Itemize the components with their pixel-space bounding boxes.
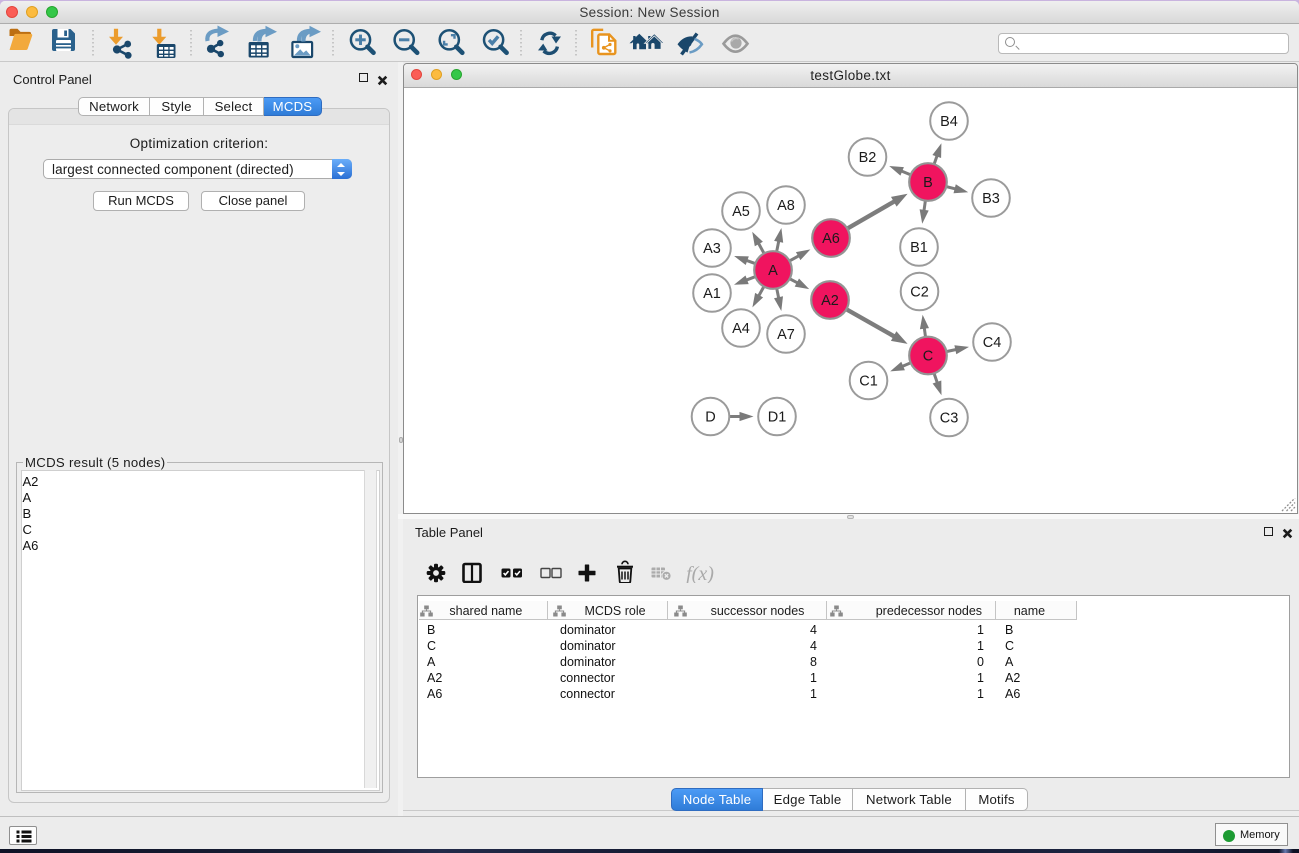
svg-text:A7: A7 (777, 327, 795, 343)
svg-text:B4: B4 (940, 114, 958, 130)
svg-text:B2: B2 (859, 150, 877, 166)
svg-text:A: A (768, 263, 778, 279)
svg-text:C4: C4 (983, 335, 1002, 351)
svg-text:A6: A6 (822, 231, 840, 247)
svg-text:C2: C2 (910, 285, 929, 301)
svg-text:D1: D1 (768, 410, 787, 426)
svg-text:C1: C1 (859, 374, 878, 390)
svg-text:B: B (923, 175, 933, 191)
svg-text:A2: A2 (821, 293, 839, 309)
svg-text:A4: A4 (732, 321, 750, 337)
svg-text:C3: C3 (940, 411, 959, 427)
svg-text:A5: A5 (732, 204, 750, 220)
svg-text:A8: A8 (777, 198, 795, 214)
svg-text:C: C (923, 349, 933, 365)
svg-text:A1: A1 (703, 286, 721, 302)
svg-text:B3: B3 (982, 191, 1000, 207)
svg-text:D: D (705, 410, 715, 426)
svg-text:f(x): f(x) (686, 563, 714, 583)
svg-text:A3: A3 (703, 241, 721, 257)
svg-text:B1: B1 (910, 240, 928, 256)
